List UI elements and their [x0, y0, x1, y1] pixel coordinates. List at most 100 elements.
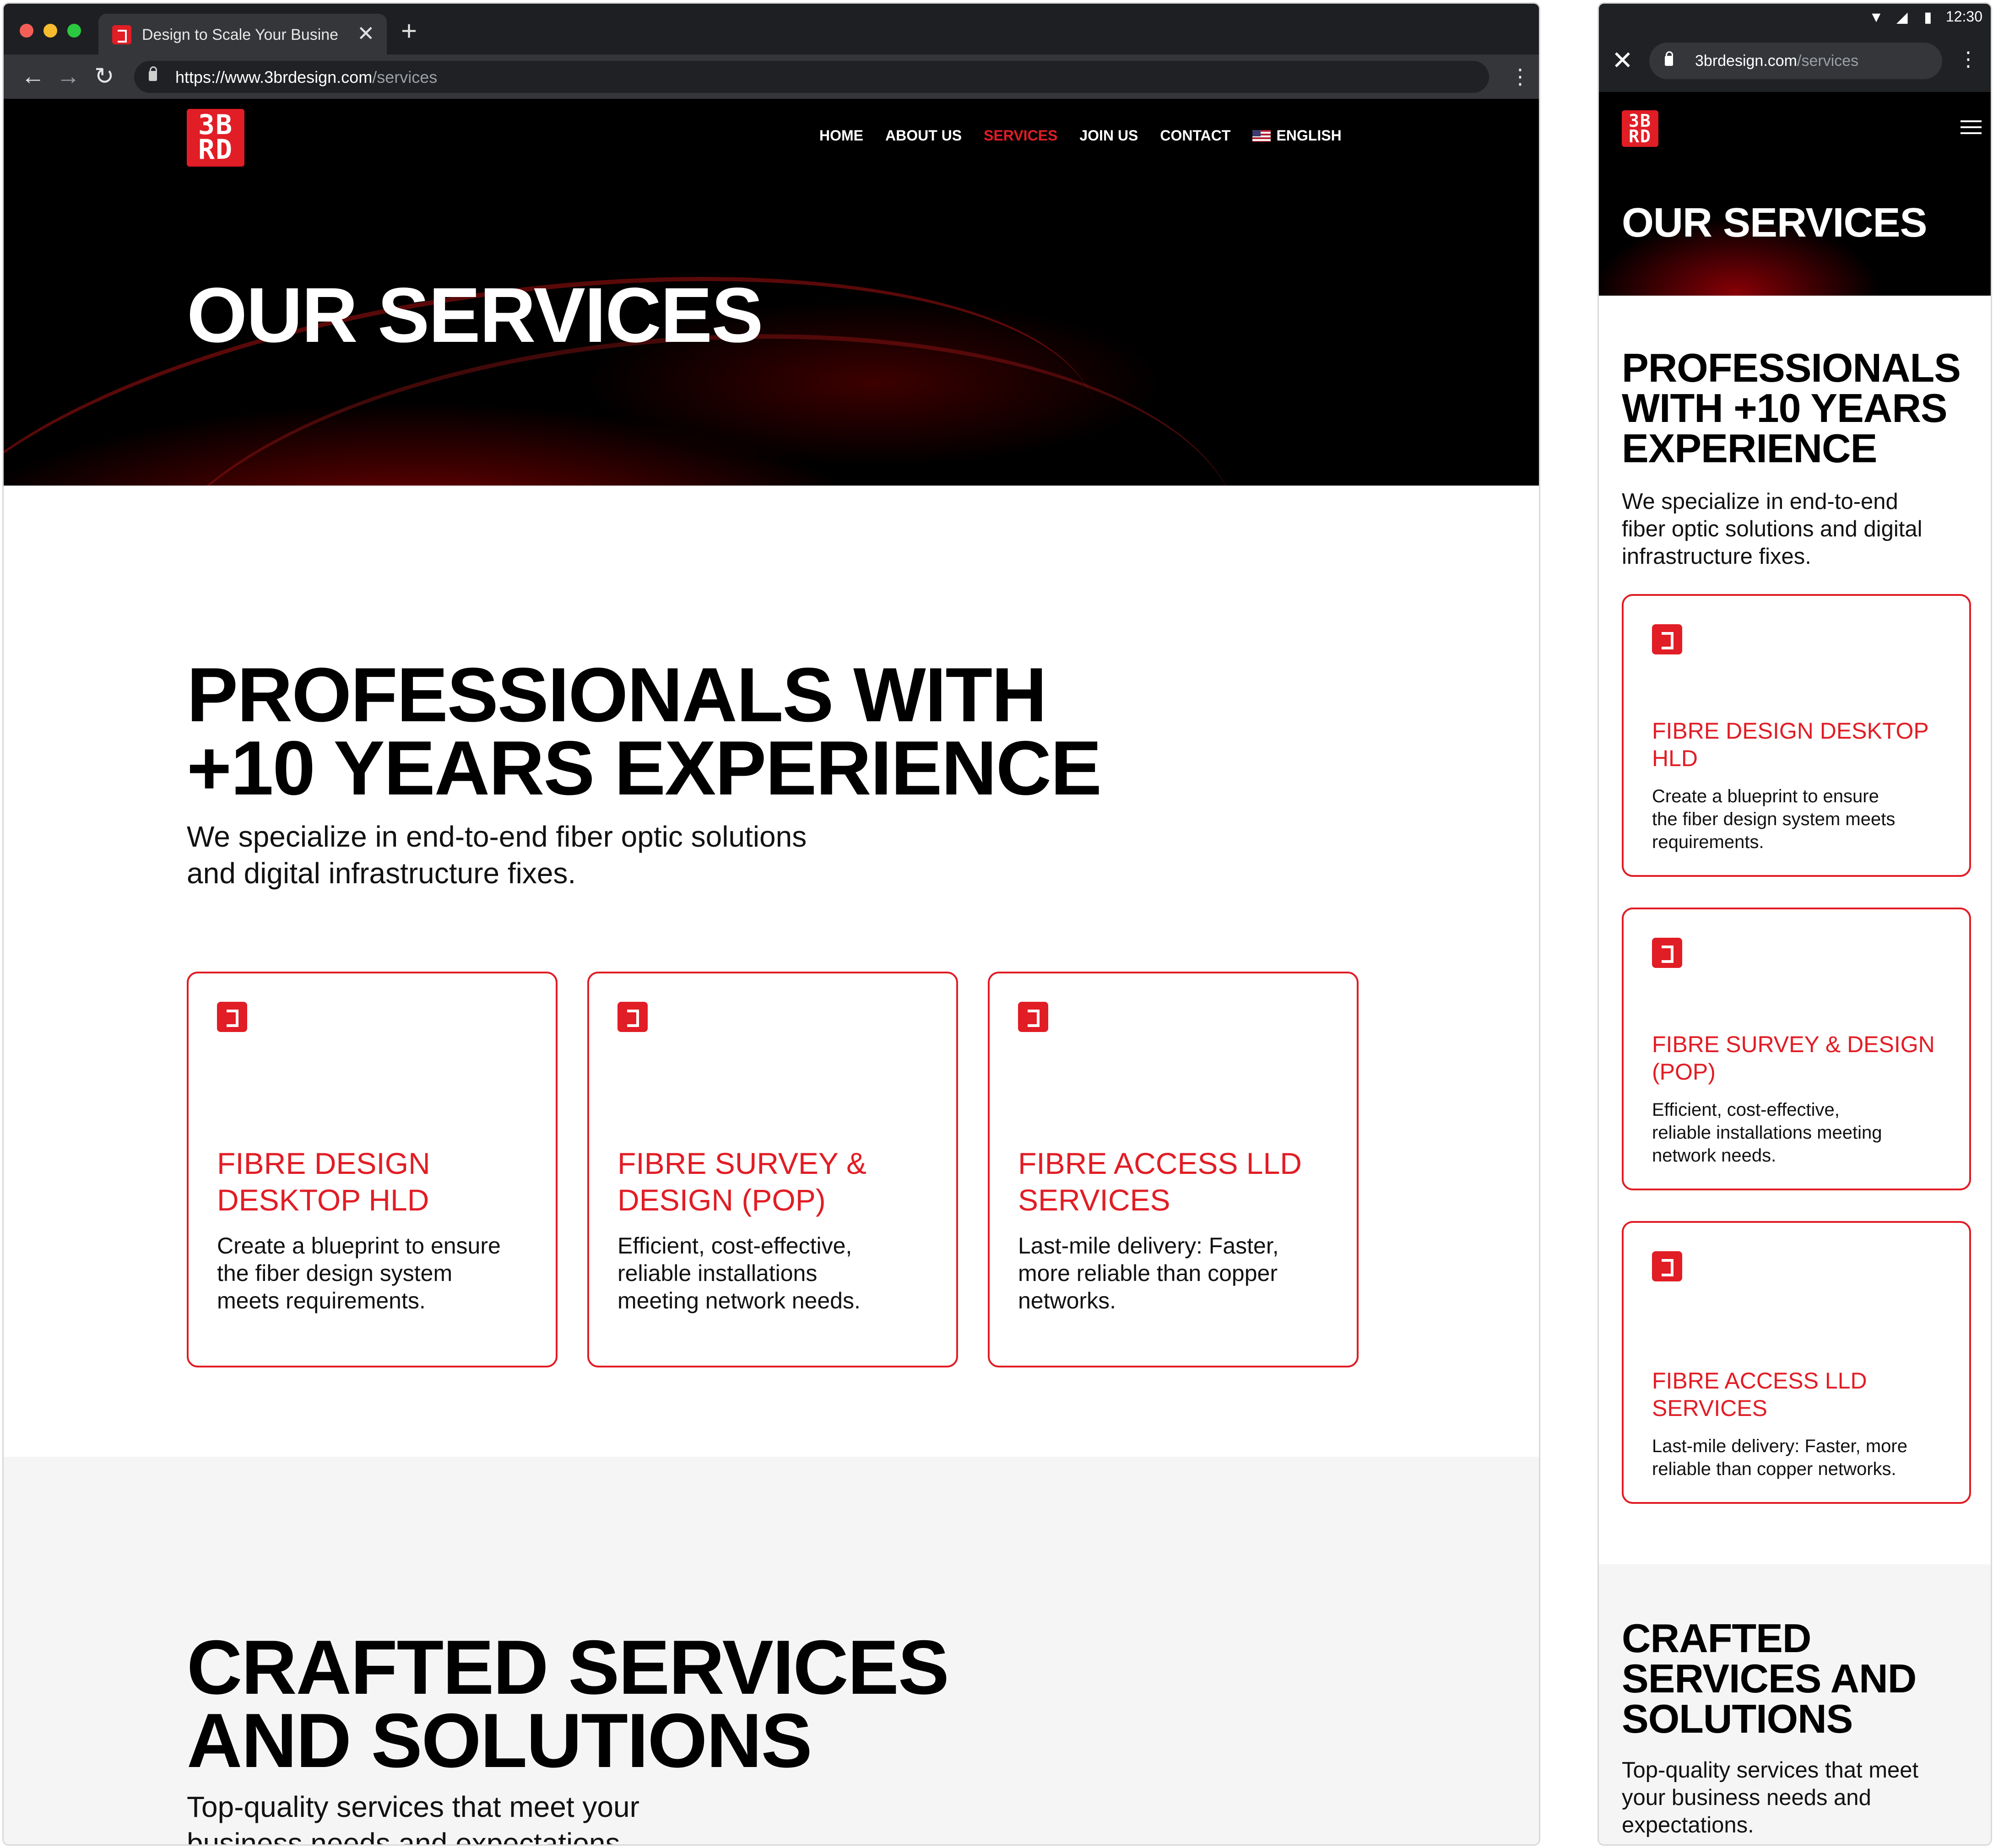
brand-icon	[1018, 1002, 1048, 1032]
heading-line: AND SOLUTIONS	[187, 1697, 812, 1783]
card-title-line: SERVICES	[1652, 1395, 1767, 1421]
browser-menu-icon[interactable]: ⋮	[1958, 47, 1978, 72]
service-card[interactable]: FIBRE SURVEY & DESIGN (POP) Efficient, c…	[587, 972, 958, 1367]
page-title: OUR SERVICES	[187, 272, 764, 359]
service-card[interactable]: FIBRE DESIGN DESKTOP HLD Create a bluepr…	[187, 972, 558, 1367]
lead-line: business needs and expectations.	[187, 1827, 628, 1846]
favicon-icon	[112, 25, 131, 44]
card-text-line: Last-mile delivery: Faster, more	[1652, 1436, 1907, 1456]
card-text-line: reliable installations	[617, 1260, 818, 1286]
nav-item-join[interactable]: JOIN US	[1079, 127, 1138, 144]
browser-tab[interactable]: Design to Scale Your Business ✕	[98, 14, 387, 54]
wifi-icon: ▼	[1869, 9, 1884, 25]
section-heading: CRAFTED SERVICES AND SOLUTIONS	[187, 1629, 949, 1783]
section-lead: We specialize in end-to-end fiber optic …	[1622, 488, 1979, 570]
heading-line: SERVICES AND	[1622, 1656, 1917, 1701]
browser-menu-icon[interactable]: ⋮	[1510, 64, 1531, 89]
service-card[interactable]: FIBRE DESIGN DESKTOP HLD Create a bluepr…	[1622, 594, 1971, 877]
hamburger-menu-icon[interactable]	[1961, 120, 1982, 138]
address-bar[interactable]: https://www.3brdesign.com/services	[134, 61, 1489, 93]
hero-banner: 3B RD HOME ABOUT US SERVICES JOIN US CON…	[4, 99, 1539, 486]
tab-close-icon[interactable]: ✕	[357, 22, 375, 45]
heading-line: PROFESSIONALS WITH	[187, 652, 1047, 738]
logo-text: RD	[1629, 126, 1652, 146]
card-description: Efficient, cost-effective, reliable inst…	[1652, 1098, 1950, 1167]
brand-icon	[1652, 1251, 1682, 1281]
card-text-line: the fiber design system	[217, 1260, 453, 1286]
brand-icon	[1652, 938, 1682, 968]
section-lead: Top-quality services that meet your busi…	[1622, 1756, 1979, 1839]
nav-item-about[interactable]: ABOUT US	[885, 127, 962, 144]
site-logo[interactable]: 3B RD	[1622, 110, 1658, 147]
address-url[interactable]: 3brdesign.com/services	[1695, 52, 1858, 70]
card-description: Last-mile delivery: Faster, more reliabl…	[1018, 1232, 1338, 1314]
lock-icon	[149, 66, 157, 81]
browser-toolbar: ← → ↻ https://www.3brdesign.com/services…	[4, 54, 1539, 99]
close-icon[interactable]: ✕	[1612, 48, 1633, 73]
tab-title: Design to Scale Your Business	[142, 26, 339, 43]
card-text-line: Efficient, cost-effective,	[617, 1233, 852, 1259]
new-tab-button[interactable]: +	[401, 17, 417, 45]
back-arrow-icon[interactable]: ←	[21, 64, 45, 89]
reload-icon[interactable]: ↻	[94, 64, 114, 89]
heading-line: +10 YEARS EXPERIENCE	[187, 725, 1102, 811]
us-flag-icon	[1252, 130, 1271, 142]
nav-item-services[interactable]: SERVICES	[984, 127, 1057, 144]
card-text-line: network needs.	[1652, 1146, 1776, 1166]
card-title-line: (POP)	[1652, 1059, 1716, 1085]
card-text-line: meeting network needs.	[617, 1288, 861, 1313]
address-url[interactable]: https://www.3brdesign.com/services	[175, 68, 437, 87]
heading-line: WITH +10 YEARS	[1622, 385, 1948, 431]
card-text-line: Efficient, cost-effective,	[1652, 1100, 1840, 1120]
card-text-line: the fiber design system meets	[1652, 809, 1896, 829]
section-heading: PROFESSIONALS WITH +10 YEARS EXPERIENCE	[1622, 348, 1983, 469]
service-card[interactable]: FIBRE SURVEY & DESIGN (POP) Efficient, c…	[1622, 908, 1971, 1190]
address-bar[interactable]: 3brdesign.com/services	[1649, 43, 1942, 79]
status-bar: ▼ ◢ ▮ 12:30	[1599, 4, 1991, 30]
page-title: OUR SERVICES	[1622, 200, 1928, 246]
card-text-line: more reliable than copper	[1018, 1260, 1278, 1286]
service-card[interactable]: FIBRE ACCESS LLD SERVICES Last-mile deli…	[1622, 1221, 1971, 1504]
nav-item-contact[interactable]: CONTACT	[1160, 127, 1230, 144]
brand-icon	[617, 1002, 648, 1032]
site-logo[interactable]: 3B RD	[187, 109, 244, 167]
card-title-line: FIBRE ACCESS LLD	[1018, 1146, 1302, 1180]
card-description: Last-mile delivery: Faster, more reliabl…	[1652, 1435, 1950, 1481]
card-text-line: reliable installations meeting	[1652, 1123, 1882, 1143]
card-title: FIBRE DESIGN DESKTOP HLD	[217, 1145, 537, 1218]
card-text-line: Last-mile delivery: Faster,	[1018, 1233, 1279, 1259]
heading-line: EXPERIENCE	[1622, 426, 1877, 471]
card-title-line: FIBRE SURVEY &	[617, 1146, 867, 1180]
heading-line: CRAFTED	[1622, 1616, 1811, 1661]
brand-icon	[217, 1002, 247, 1032]
close-window-button[interactable]	[20, 24, 33, 38]
section-lead: We specialize in end-to-end fiber optic …	[187, 818, 965, 892]
card-description: Create a blueprint to ensure the fiber d…	[217, 1232, 537, 1314]
minimize-window-button[interactable]	[43, 24, 57, 38]
card-title-line: DESKTOP HLD	[217, 1183, 429, 1217]
lead-line: Top-quality services that meet	[1622, 1758, 1919, 1783]
lead-line: infrastructure fixes.	[1622, 544, 1811, 569]
card-title: FIBRE ACCESS LLD SERVICES	[1018, 1145, 1338, 1218]
forward-arrow-icon[interactable]: →	[56, 64, 80, 89]
mobile-browser-window: ▼ ◢ ▮ 12:30 ✕ 3brdesign.com/services ⋮ 3…	[1598, 2, 1992, 1846]
nav-item-home[interactable]: HOME	[819, 127, 863, 144]
language-selector[interactable]: ENGLISH	[1252, 127, 1342, 144]
card-title: FIBRE SURVEY & DESIGN (POP)	[617, 1145, 938, 1218]
card-text-line: Create a blueprint to ensure	[1652, 786, 1879, 806]
section-lead: Top-quality services that meet your busi…	[187, 1789, 965, 1846]
maximize-window-button[interactable]	[67, 24, 81, 38]
card-title-line: SERVICES	[1018, 1183, 1170, 1217]
lead-line: your business needs and	[1622, 1785, 1871, 1810]
card-title-line: HLD	[1652, 746, 1698, 771]
card-title: FIBRE ACCESS LLD SERVICES	[1652, 1367, 1950, 1422]
card-title-line: DESIGN (POP)	[617, 1183, 826, 1217]
hero-banner: 3B RD OUR SERVICES	[1599, 92, 1991, 296]
brand-icon	[1652, 624, 1682, 654]
lead-line: and digital infrastructure fixes.	[187, 857, 576, 890]
lead-line: Top-quality services that meet your	[187, 1790, 639, 1823]
service-card[interactable]: FIBRE ACCESS LLD SERVICES Last-mile deli…	[988, 972, 1359, 1367]
lead-line: We specialize in end-to-end fiber optic …	[187, 820, 807, 853]
language-label: ENGLISH	[1276, 127, 1342, 144]
section-heading: CRAFTED SERVICES AND SOLUTIONS	[1622, 1618, 1983, 1739]
